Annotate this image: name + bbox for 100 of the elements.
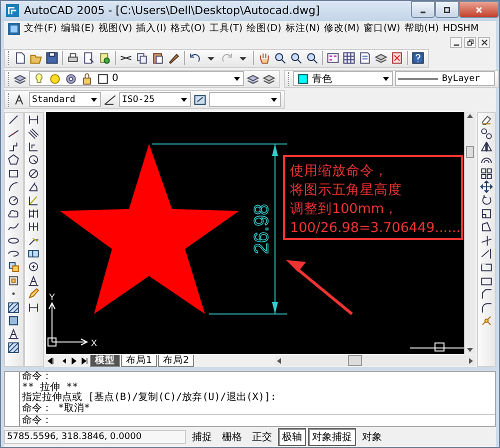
- left-arrow-icon[interactable]: [274, 356, 283, 365]
- rotate-icon[interactable]: [480, 194, 493, 207]
- close-icon: [480, 38, 488, 46]
- help-icon[interactable]: [411, 51, 425, 66]
- navigation-marker: [409, 342, 464, 352]
- menu-item[interactable]: 标注(N): [285, 22, 320, 36]
- zoom-icon[interactable]: [305, 51, 319, 66]
- layout-tab[interactable]: 布局2: [158, 354, 194, 367]
- radius-icon[interactable]: [27, 153, 40, 167]
- right-arrow-icon[interactable]: [466, 356, 475, 365]
- copy-object-icon[interactable]: [480, 126, 493, 140]
- tab-navigation-icon[interactable]: [78, 356, 89, 365]
- paste-icon[interactable]: [151, 51, 165, 66]
- sun-icon[interactable]: [48, 72, 62, 86]
- document-icon[interactable]: [8, 22, 20, 35]
- down-arrow-icon[interactable]: [466, 346, 474, 354]
- dimension-style-dropdown[interactable]: ISO-25: [119, 92, 191, 108]
- fillet-icon[interactable]: [480, 300, 493, 314]
- menu-item[interactable]: 绘图(D): [246, 22, 282, 36]
- linear-dimension-icon[interactable]: [27, 300, 40, 314]
- linetype-name: ByLayer: [442, 74, 481, 84]
- brush-icon[interactable]: [167, 51, 181, 66]
- color-dropdown[interactable]: 青色: [293, 71, 393, 86]
- menu-item[interactable]: 修改(M): [324, 22, 360, 36]
- new-file-icon[interactable]: [13, 51, 27, 66]
- layer-dropdown[interactable]: 0: [29, 71, 244, 86]
- drawing-canvas[interactable]: 26.98 使用缩放命令， 将图示五角星高度 调整到100mm， 100/26.98=3.706449...... X Y: [46, 112, 464, 354]
- note-text: 将图示五角星高度: [290, 182, 402, 198]
- tab-navigation-icon[interactable]: [46, 356, 56, 365]
- minimize-button[interactable]: [450, 36, 462, 48]
- document-icon[interactable]: [358, 51, 372, 66]
- mirror-icon[interactable]: [480, 140, 493, 154]
- menu-item[interactable]: 视图(V): [98, 22, 132, 36]
- menu-item[interactable]: 帮助(H): [404, 22, 439, 36]
- up-arrow-icon[interactable]: [466, 112, 474, 120]
- markup-icon[interactable]: [390, 51, 404, 66]
- restore-icon: [466, 38, 474, 46]
- zoom-icon[interactable]: [273, 51, 287, 66]
- erase-icon[interactable]: [480, 113, 493, 127]
- scroll-thumb[interactable]: [466, 146, 474, 158]
- close-button[interactable]: [478, 36, 490, 48]
- restore-button[interactable]: [464, 36, 476, 48]
- command-line: 指定拉伸点或 [基点(B)/复制(C)/放弃(U)/退出(X)]:: [22, 393, 278, 404]
- scale-icon[interactable]: [480, 206, 493, 220]
- pointer-arrow: [286, 260, 353, 316]
- diameter-icon[interactable]: [27, 166, 40, 180]
- window-title: AutoCAD 2005 - [C:\Users\Dell\Desktop\Autocad.dwg]: [24, 4, 320, 18]
- scroll-thumb[interactable]: [348, 355, 362, 366]
- chamfer-icon[interactable]: [480, 287, 493, 301]
- arc-icon[interactable]: [7, 180, 20, 194]
- menu-item[interactable]: 文件(F): [24, 22, 57, 36]
- stack-icon[interactable]: [374, 51, 388, 66]
- dimension-style-name: ISO-25: [122, 94, 156, 105]
- trim-icon[interactable]: [480, 234, 493, 248]
- line-icon[interactable]: [7, 113, 20, 127]
- status-toggle[interactable]: 极轴: [278, 428, 306, 446]
- menu-item[interactable]: HDSHM: [442, 23, 479, 34]
- app-icon: [6, 4, 19, 18]
- ucs-icon: [47, 302, 88, 347]
- array-icon[interactable]: [480, 166, 493, 180]
- color-name: 青色: [312, 72, 333, 86]
- menu-item[interactable]: 窗口(W): [363, 22, 400, 36]
- pencil-icon[interactable]: [27, 287, 40, 301]
- text-icon[interactable]: [7, 327, 20, 341]
- note-text: 调整到100mm，: [290, 201, 398, 218]
- save-icon[interactable]: [45, 51, 59, 66]
- center-mark-icon[interactable]: [27, 260, 40, 274]
- circle-icon[interactable]: [7, 194, 20, 207]
- menu-item[interactable]: 工具(T): [209, 22, 243, 36]
- layout-tab[interactable]: 布局1: [120, 354, 158, 367]
- dropdown-arrow-icon: [270, 96, 278, 104]
- linear-dimension-icon[interactable]: [27, 113, 40, 127]
- pentagon-icon[interactable]: [7, 153, 20, 167]
- status-toggle[interactable]: 对象捕捉: [308, 428, 356, 446]
- hatch-icon[interactable]: [7, 300, 20, 314]
- menu-item[interactable]: 格式(O): [170, 22, 206, 36]
- linetype-dropdown[interactable]: ByLayer: [395, 71, 495, 86]
- hand-icon[interactable]: [257, 51, 271, 66]
- zoom-icon[interactable]: [289, 51, 303, 66]
- text-icon[interactable]: [27, 274, 40, 288]
- hatch-icon[interactable]: [7, 340, 20, 354]
- vertical-scrollbar[interactable]: [464, 112, 475, 354]
- maximize-icon: [442, 6, 452, 14]
- menu-item[interactable]: 编辑(E): [60, 22, 94, 36]
- note-text: 100/26.98=3.706449......: [290, 220, 460, 236]
- maximize-button[interactable]: [435, 1, 459, 18]
- layout-tab[interactable]: 模型: [90, 354, 120, 367]
- horizontal-scrollbar[interactable]: [274, 355, 475, 366]
- move-icon[interactable]: [480, 180, 493, 194]
- close-icon: [474, 6, 484, 14]
- axis-label: Y: [48, 292, 55, 302]
- padlock-icon[interactable]: [80, 72, 94, 86]
- command-input[interactable]: 命令：: [19, 414, 495, 426]
- square-icon[interactable]: [96, 72, 110, 86]
- text-style-dropdown[interactable]: Standard: [29, 92, 101, 108]
- dropdown-arrow-icon: [180, 96, 188, 104]
- copy-icon[interactable]: [135, 51, 149, 66]
- menu-item[interactable]: 插入(I): [136, 22, 166, 36]
- layer-name: 0: [112, 73, 120, 84]
- grid-icon[interactable]: [342, 51, 356, 66]
